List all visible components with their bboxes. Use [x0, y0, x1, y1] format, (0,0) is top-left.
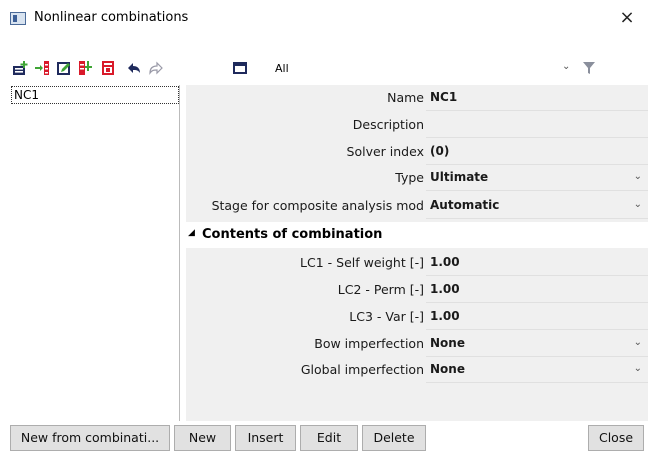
close-icon[interactable]: × — [614, 5, 640, 31]
chevron-down-icon[interactable]: ⌄ — [634, 337, 642, 348]
lc3-value[interactable]: 1.00 — [430, 309, 460, 323]
button-bar: New from combinati... New Insert Edit De… — [0, 425, 648, 451]
collapse-icon[interactable]: ◢ — [188, 228, 195, 238]
property-row-description: Description — [186, 112, 648, 138]
chevron-down-icon[interactable]: ⌄ — [634, 199, 642, 210]
stage-select[interactable]: Automatic — [430, 198, 499, 212]
edit-icon[interactable] — [56, 60, 72, 76]
type-select[interactable]: Ultimate — [430, 170, 488, 184]
chevron-down-icon[interactable]: ⌄ — [634, 171, 642, 182]
solver-index-value: (0) — [430, 144, 450, 158]
property-row-stage: Stage for composite analysis mod Automat… — [186, 193, 648, 219]
property-row-lc2: LC2 - Perm [-] 1.00 — [186, 277, 648, 303]
redo-icon — [149, 61, 163, 75]
bow-imperfection-select[interactable]: None — [430, 336, 465, 350]
chevron-down-icon[interactable]: ⌄ — [634, 363, 642, 374]
section-title: Contents of combination — [202, 227, 383, 242]
title-bar: Nonlinear combinations × — [0, 0, 648, 38]
new-button[interactable]: New — [174, 425, 231, 451]
lc1-value[interactable]: 1.00 — [430, 255, 460, 269]
toolbar: All ⌄ — [0, 56, 648, 80]
app-window-icon — [10, 12, 26, 25]
delete-button[interactable]: Delete — [362, 425, 426, 451]
edit-button[interactable]: Edit — [300, 425, 358, 451]
chevron-down-icon[interactable]: ⌄ — [562, 61, 570, 72]
lc2-value[interactable]: 1.00 — [430, 282, 460, 296]
filter-icon[interactable] — [582, 61, 596, 75]
property-grid: Name NC1 Description Solver index (0) Ty… — [186, 85, 648, 421]
global-imperfection-select[interactable]: None — [430, 362, 465, 376]
filter-select-value[interactable]: All — [275, 62, 289, 75]
property-row-solver-index: Solver index (0) — [186, 139, 648, 165]
name-value[interactable]: NC1 — [430, 90, 457, 104]
undo-icon[interactable] — [126, 60, 142, 76]
bow-imperfection-label: Bow imperfection — [314, 336, 424, 351]
property-row-lc3: LC3 - Var [-] 1.00 — [186, 304, 648, 330]
property-row-global-imperfection: Global imperfection None ⌄ — [186, 357, 648, 383]
description-label: Description — [352, 117, 424, 132]
property-row-bow-imperfection: Bow imperfection None ⌄ — [186, 331, 648, 357]
maximize-icon[interactable] — [232, 60, 248, 76]
new-icon[interactable] — [12, 60, 28, 76]
window-title: Nonlinear combinations — [34, 10, 189, 25]
contents-of-combination-section[interactable]: ◢ Contents of combination — [186, 222, 648, 248]
insert-button[interactable]: Insert — [235, 425, 296, 451]
property-row-name: Name NC1 — [186, 85, 648, 111]
copy-icon[interactable] — [78, 60, 94, 76]
delete-icon[interactable] — [100, 60, 116, 76]
lc1-label: LC1 - Self weight [-] — [300, 255, 424, 270]
stage-label: Stage for composite analysis mod — [211, 198, 424, 213]
close-button[interactable]: Close — [588, 425, 644, 451]
property-row-type: Type Ultimate ⌄ — [186, 165, 648, 191]
global-imperfection-label: Global imperfection — [300, 362, 424, 377]
type-label: Type — [395, 170, 424, 185]
name-label: Name — [387, 90, 424, 105]
lc3-label: LC3 - Var [-] — [349, 309, 424, 324]
list-item[interactable]: NC1 — [11, 86, 179, 104]
insert-icon[interactable] — [34, 60, 50, 76]
new-from-combination-button[interactable]: New from combinati... — [10, 425, 170, 451]
combination-list[interactable]: NC1 — [10, 85, 180, 421]
lc2-label: LC2 - Perm [-] — [337, 282, 424, 297]
property-row-lc1: LC1 - Self weight [-] 1.00 — [186, 250, 648, 276]
solver-index-label: Solver index — [346, 144, 424, 159]
